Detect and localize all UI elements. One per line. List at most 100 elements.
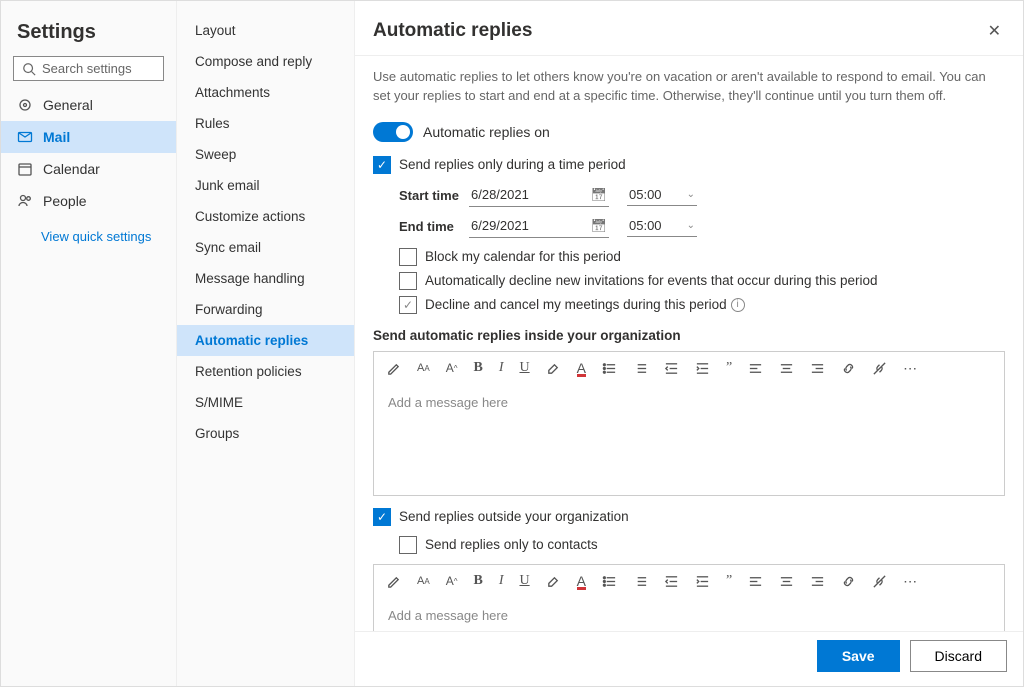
start-date-value: 6/28/2021 xyxy=(471,187,529,202)
block-calendar-checkbox[interactable] xyxy=(399,248,417,266)
nav-mail[interactable]: Mail xyxy=(1,121,176,153)
sub-junk[interactable]: Junk email xyxy=(177,170,354,201)
brush-icon[interactable] xyxy=(386,361,401,376)
align-center-button[interactable] xyxy=(779,574,794,589)
font-color-button[interactable]: A xyxy=(577,360,586,376)
calendar-icon: 📅︎ xyxy=(590,187,607,203)
search-input[interactable]: Search settings xyxy=(13,56,164,81)
font-icon[interactable]: AA xyxy=(417,362,430,374)
period-label: Send replies only during a time period xyxy=(399,157,626,172)
outdent-button[interactable] xyxy=(664,361,679,376)
settings-title: Settings xyxy=(1,15,176,56)
end-date-value: 6/29/2021 xyxy=(471,218,529,233)
sub-groups[interactable]: Groups xyxy=(177,418,354,449)
nav-label: People xyxy=(43,193,87,209)
highlight-button[interactable] xyxy=(546,361,561,376)
unlink-button[interactable] xyxy=(872,574,887,589)
italic-button[interactable]: I xyxy=(499,360,504,376)
sub-layout[interactable]: Layout xyxy=(177,15,354,46)
nav-label: Calendar xyxy=(43,161,100,177)
nav-general[interactable]: General xyxy=(1,89,176,121)
start-date-input[interactable]: 6/28/2021 📅︎ xyxy=(469,184,609,207)
calendar-icon xyxy=(17,161,33,177)
align-right-button[interactable] xyxy=(810,574,825,589)
decline-cancel-label: Decline and cancel my meetings during th… xyxy=(425,297,727,312)
start-time-label: Start time xyxy=(399,188,469,203)
outside-message-area[interactable]: Add a message here xyxy=(374,598,1004,631)
sub-message[interactable]: Message handling xyxy=(177,263,354,294)
sub-customize[interactable]: Customize actions xyxy=(177,201,354,232)
bold-button[interactable]: B xyxy=(473,360,482,376)
sub-compose[interactable]: Compose and reply xyxy=(177,46,354,77)
number-list-button[interactable] xyxy=(633,361,648,376)
link-button[interactable] xyxy=(841,361,856,376)
unlink-button[interactable] xyxy=(872,361,887,376)
sub-attachments[interactable]: Attachments xyxy=(177,77,354,108)
nav-label: Mail xyxy=(43,129,70,145)
search-icon xyxy=(22,62,36,76)
quote-button[interactable]: ” xyxy=(726,360,732,376)
outdent-button[interactable] xyxy=(664,574,679,589)
sub-sweep[interactable]: Sweep xyxy=(177,139,354,170)
inside-editor: AA A^ B I U A ” ⋯ xyxy=(373,351,1005,496)
toggle-label: Automatic replies on xyxy=(423,124,550,140)
save-button[interactable]: Save xyxy=(817,640,900,672)
link-button[interactable] xyxy=(841,574,856,589)
number-list-button[interactable] xyxy=(633,574,648,589)
period-checkbox[interactable] xyxy=(373,156,391,174)
end-time-input[interactable]: 05:00 ⌄ xyxy=(627,215,697,237)
view-quick-settings-link[interactable]: View quick settings xyxy=(1,217,176,256)
underline-button[interactable]: U xyxy=(519,573,529,589)
sub-smime[interactable]: S/MIME xyxy=(177,387,354,418)
bullet-list-button[interactable] xyxy=(602,574,617,589)
editor-toolbar: AA A^ B I U A ” ⋯ xyxy=(374,565,1004,598)
block-calendar-label: Block my calendar for this period xyxy=(425,249,621,264)
font-icon[interactable]: AA xyxy=(417,575,430,587)
font-color-button[interactable]: A xyxy=(577,573,586,589)
page-title: Automatic replies xyxy=(373,20,984,42)
fontsize-icon[interactable]: A^ xyxy=(446,574,458,588)
italic-button[interactable]: I xyxy=(499,573,504,589)
contacts-only-checkbox[interactable] xyxy=(399,536,417,554)
underline-button[interactable]: U xyxy=(519,360,529,376)
outside-checkbox[interactable] xyxy=(373,508,391,526)
automatic-replies-toggle[interactable] xyxy=(373,122,413,142)
close-button[interactable]: ✕ xyxy=(984,17,1005,45)
bold-button[interactable]: B xyxy=(473,573,482,589)
gear-icon xyxy=(17,97,33,113)
more-button[interactable]: ⋯ xyxy=(903,360,917,377)
sub-sync[interactable]: Sync email xyxy=(177,232,354,263)
decline-new-label: Automatically decline new invitations fo… xyxy=(425,273,878,288)
align-right-button[interactable] xyxy=(810,361,825,376)
nav-people[interactable]: People xyxy=(1,185,176,217)
indent-button[interactable] xyxy=(695,361,710,376)
highlight-button[interactable] xyxy=(546,574,561,589)
start-time-input[interactable]: 05:00 ⌄ xyxy=(627,184,697,206)
end-time-label: End time xyxy=(399,219,469,234)
chevron-down-icon: ⌄ xyxy=(687,220,695,231)
more-button[interactable]: ⋯ xyxy=(903,573,917,590)
decline-new-checkbox[interactable] xyxy=(399,272,417,290)
decline-cancel-checkbox[interactable] xyxy=(399,296,417,314)
sub-forwarding[interactable]: Forwarding xyxy=(177,294,354,325)
sub-rules[interactable]: Rules xyxy=(177,108,354,139)
nav-calendar[interactable]: Calendar xyxy=(1,153,176,185)
align-left-button[interactable] xyxy=(748,574,763,589)
sub-automatic-replies[interactable]: Automatic replies xyxy=(177,325,354,356)
sub-retention[interactable]: Retention policies xyxy=(177,356,354,387)
quote-button[interactable]: ” xyxy=(726,573,732,589)
mail-icon xyxy=(17,129,33,145)
indent-button[interactable] xyxy=(695,574,710,589)
contacts-only-label: Send replies only to contacts xyxy=(425,537,598,552)
align-center-button[interactable] xyxy=(779,361,794,376)
bullet-list-button[interactable] xyxy=(602,361,617,376)
end-date-input[interactable]: 6/29/2021 📅︎ xyxy=(469,215,609,238)
outside-editor: AA A^ B I U A ” ⋯ xyxy=(373,564,1005,631)
align-left-button[interactable] xyxy=(748,361,763,376)
inside-message-area[interactable]: Add a message here xyxy=(374,385,1004,495)
brush-icon[interactable] xyxy=(386,574,401,589)
help-text: Use automatic replies to let others know… xyxy=(373,68,1005,106)
fontsize-icon[interactable]: A^ xyxy=(446,361,458,375)
info-icon[interactable]: i xyxy=(731,298,745,312)
discard-button[interactable]: Discard xyxy=(910,640,1007,672)
